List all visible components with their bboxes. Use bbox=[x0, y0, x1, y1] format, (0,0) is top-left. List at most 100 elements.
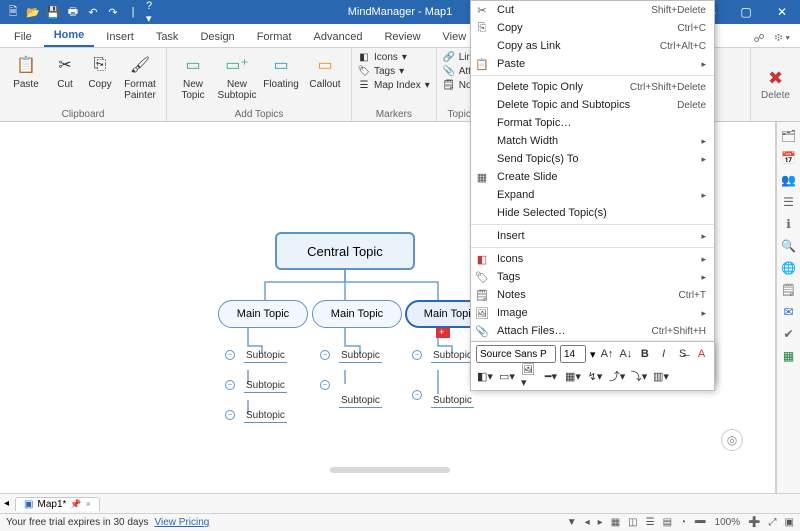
help-dropdown-icon[interactable]: ? ▾ bbox=[146, 5, 160, 19]
callout-button[interactable]: ▭ Callout bbox=[305, 51, 345, 90]
subtopic[interactable]: Subtopic bbox=[339, 350, 382, 363]
collapse-toggle[interactable]: − bbox=[225, 410, 235, 420]
horizontal-scrollbar[interactable] bbox=[330, 467, 450, 473]
save-icon[interactable]: 💾 bbox=[46, 5, 60, 19]
relationship-button[interactable]: ↯▾ bbox=[586, 367, 604, 385]
dock-search-icon[interactable]: 🔍 bbox=[781, 238, 797, 254]
boundary-button[interactable]: ▦▾ bbox=[564, 367, 582, 385]
gantt-icon[interactable]: ▤ bbox=[663, 517, 672, 528]
tab-review[interactable]: Review bbox=[374, 27, 430, 47]
fill-color-button[interactable]: ◧▾ bbox=[476, 367, 494, 385]
collapse-toggle[interactable]: − bbox=[225, 350, 235, 360]
line-color-button[interactable]: ━▾ bbox=[542, 367, 560, 385]
image-button[interactable]: 🖼▾ bbox=[520, 367, 538, 385]
fullscreen-icon[interactable]: ▣ bbox=[785, 517, 794, 528]
ctx-image[interactable]: 🖼Image▸ bbox=[471, 304, 714, 322]
copy-button[interactable]: ⎘ Copy bbox=[84, 51, 116, 90]
subtopic[interactable]: Subtopic bbox=[244, 380, 287, 393]
close-button[interactable]: ✕ bbox=[764, 0, 800, 24]
delete-button[interactable]: ✖ bbox=[768, 68, 783, 89]
open-icon[interactable]: 📂 bbox=[26, 5, 40, 19]
collapse-toggle[interactable]: − bbox=[320, 350, 330, 360]
open-links-icon[interactable]: ☍ bbox=[751, 30, 766, 47]
ctx-send-topics-to[interactable]: Send Topic(s) To▸ bbox=[471, 150, 714, 168]
nav-left-icon[interactable]: ◂ bbox=[585, 517, 590, 528]
template-button[interactable]: ▥▾ bbox=[652, 367, 670, 385]
tab-task[interactable]: Task bbox=[146, 27, 189, 47]
dock-browser-icon[interactable]: 🌐 bbox=[781, 260, 797, 276]
shrink-font-button[interactable]: A↓ bbox=[618, 345, 633, 363]
icons-button[interactable]: ◧Icons ▾ bbox=[358, 51, 430, 63]
new-topic-button[interactable]: ▭ New Topic bbox=[173, 51, 213, 101]
ctx-notes[interactable]: 🗒NotesCtrl+T bbox=[471, 286, 714, 304]
dock-calendar-icon[interactable]: 📅 bbox=[781, 150, 797, 166]
redo-icon[interactable]: ↷ bbox=[106, 5, 120, 19]
main-topic-1[interactable]: Main Topic bbox=[218, 300, 308, 328]
new-icon[interactable]: 🗎 bbox=[6, 5, 20, 19]
format-painter-button[interactable]: 🖌 Format Painter bbox=[120, 51, 160, 101]
locate-pin-button[interactable]: ◎ bbox=[721, 429, 743, 451]
dock-outlook-icon[interactable]: ✉ bbox=[781, 304, 797, 320]
ctx-copy-as-link[interactable]: Copy as LinkCtrl+Alt+C bbox=[471, 37, 714, 55]
strike-button[interactable]: S̶ bbox=[675, 345, 690, 363]
subtopic[interactable]: Subtopic bbox=[244, 410, 287, 423]
new-subtopic-button[interactable]: ▭⁺ New Subtopic bbox=[217, 51, 257, 101]
tab-advanced[interactable]: Advanced bbox=[304, 27, 373, 47]
ctx-tags[interactable]: 🏷Tags▸ bbox=[471, 268, 714, 286]
tab-format[interactable]: Format bbox=[247, 27, 302, 47]
cut-button[interactable]: ✂ Cut bbox=[50, 51, 80, 90]
subtopic[interactable]: Subtopic bbox=[431, 350, 474, 363]
ctx-expand[interactable]: Expand▸ bbox=[471, 186, 714, 204]
ctx-match-width[interactable]: Match Width▸ bbox=[471, 132, 714, 150]
dock-info-icon[interactable]: ℹ bbox=[781, 216, 797, 232]
dock-tasks-icon[interactable]: ✔ bbox=[781, 326, 797, 342]
paste-button[interactable]: 📋 Paste bbox=[6, 51, 46, 90]
grow-font-button[interactable]: A↑ bbox=[600, 345, 615, 363]
tab-scroll-left-icon[interactable]: ◂ bbox=[4, 498, 9, 509]
ctx-insert[interactable]: Insert▸ bbox=[471, 227, 714, 245]
document-tab-map1[interactable]: ▣ Map1* 📌 × bbox=[15, 497, 100, 511]
zoom-out-icon[interactable]: ➖ bbox=[694, 517, 706, 528]
dock-excel-icon[interactable]: ▦ bbox=[781, 348, 797, 364]
zoom-in-icon[interactable]: ➕ bbox=[748, 517, 760, 528]
close-tab-icon[interactable]: × bbox=[86, 499, 91, 509]
collapse-toggle[interactable]: − bbox=[225, 380, 235, 390]
dock-index-icon[interactable]: ☰ bbox=[781, 194, 797, 210]
italic-button[interactable]: I bbox=[656, 345, 671, 363]
undo-icon[interactable]: ↶ bbox=[86, 5, 100, 19]
subtopic[interactable]: Subtopic bbox=[431, 395, 474, 408]
zoom-level[interactable]: 100% bbox=[715, 517, 741, 528]
dock-related-icon[interactable]: 🗂 bbox=[781, 128, 797, 144]
schedule-icon[interactable]: ◔ bbox=[680, 517, 686, 528]
dock-notes-icon[interactable]: 🗒 bbox=[781, 282, 797, 298]
view-pricing-link[interactable]: View Pricing bbox=[155, 517, 210, 528]
ctx-icons[interactable]: ◧Icons▸ bbox=[471, 250, 714, 268]
subtopic[interactable]: Subtopic bbox=[339, 395, 382, 408]
ctx-hide-selected[interactable]: Hide Selected Topic(s) bbox=[471, 204, 714, 222]
layout-button[interactable]: ⤵▾ bbox=[630, 367, 648, 385]
task-panes-icon[interactable]: ፨ ▾ bbox=[773, 30, 792, 47]
tab-home[interactable]: Home bbox=[44, 25, 95, 47]
subtopic[interactable]: Subtopic bbox=[244, 350, 287, 363]
tab-file[interactable]: File bbox=[4, 27, 42, 47]
font-size-input[interactable] bbox=[560, 345, 586, 363]
ctx-cut[interactable]: ✂CutShift+Delete bbox=[471, 1, 714, 19]
central-topic[interactable]: Central Topic bbox=[275, 232, 415, 270]
pin-icon[interactable]: 📌 bbox=[70, 499, 81, 510]
font-size-dropdown-icon[interactable]: ▾ bbox=[590, 348, 596, 361]
dock-contacts-icon[interactable]: 👥 bbox=[781, 172, 797, 188]
ctx-delete-topic-subtopics[interactable]: Delete Topic and SubtopicsDelete bbox=[471, 96, 714, 114]
ctx-create-slide[interactable]: ▦Create Slide bbox=[471, 168, 714, 186]
ctx-attach-files[interactable]: 📎Attach Files…Ctrl+Shift+H bbox=[471, 322, 714, 340]
ctx-format-topic[interactable]: Format Topic… bbox=[471, 114, 714, 132]
floating-button[interactable]: ▭ Floating bbox=[261, 51, 301, 90]
ctx-copy[interactable]: ⎘CopyCtrl+C bbox=[471, 19, 714, 37]
tags-button[interactable]: 🏷Tags ▾ bbox=[358, 65, 430, 77]
map-index-button[interactable]: ☰Map Index ▾ bbox=[358, 79, 430, 91]
ctx-paste[interactable]: 📋Paste▸ bbox=[471, 55, 714, 73]
shape-button[interactable]: ▭▾ bbox=[498, 367, 516, 385]
main-topic-2[interactable]: Main Topic bbox=[312, 300, 402, 328]
presentation-icon[interactable]: ▦ bbox=[611, 517, 620, 528]
nav-right-icon[interactable]: ▸ bbox=[598, 517, 603, 528]
font-color-button[interactable]: A bbox=[694, 345, 709, 363]
